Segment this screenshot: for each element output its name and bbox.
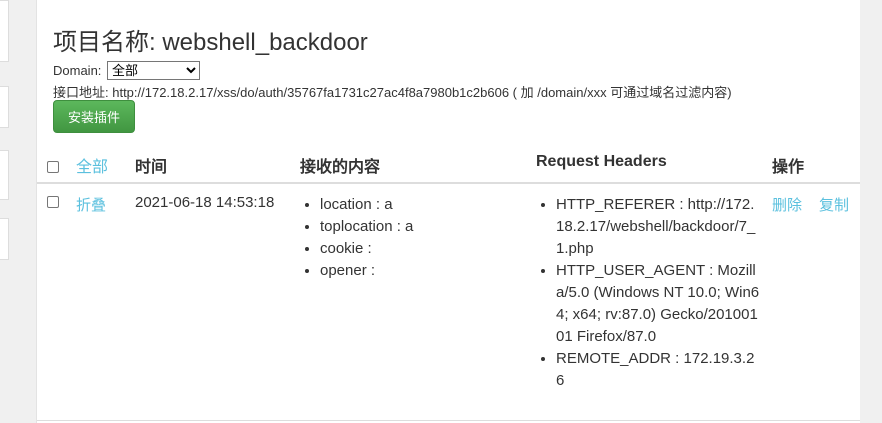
row-time: 2021-06-18 14:53:18 bbox=[135, 194, 275, 211]
domain-filter: Domain: 全部 bbox=[53, 61, 201, 80]
rail-block bbox=[0, 150, 9, 200]
select-all-checkbox[interactable] bbox=[47, 161, 59, 173]
table-row: 折叠 2021-06-18 14:53:18 location : a topl… bbox=[37, 184, 860, 421]
domain-select[interactable]: 全部 bbox=[107, 61, 201, 80]
content-item: cookie : bbox=[320, 238, 520, 260]
rail-block bbox=[0, 0, 9, 62]
table-header: 全部 时间 接收的内容 Request Headers 操作 bbox=[37, 144, 860, 184]
delete-link[interactable]: 删除 bbox=[772, 194, 802, 215]
time-header: 时间 bbox=[135, 159, 168, 176]
row-checkbox[interactable] bbox=[47, 196, 59, 208]
page-title: 项目名称: webshell_backdoor bbox=[53, 29, 368, 56]
rail-block bbox=[0, 218, 9, 260]
right-gutter bbox=[860, 0, 882, 423]
install-plugin-button[interactable]: 安装插件 bbox=[53, 100, 135, 133]
rail-block bbox=[0, 86, 9, 128]
collapse-link[interactable]: 折叠 bbox=[76, 194, 106, 215]
left-rail bbox=[0, 0, 9, 423]
content-item: location : a bbox=[320, 194, 520, 216]
api-address: 接口地址: http://172.18.2.17/xss/do/auth/357… bbox=[53, 85, 732, 100]
copy-link[interactable]: 复制 bbox=[819, 194, 849, 215]
select-all-link[interactable]: 全部 bbox=[76, 153, 108, 177]
header-item: HTTP_REFERER : http://172.18.2.17/webshe… bbox=[556, 194, 760, 260]
content-list: location : a toplocation : a cookie : op… bbox=[300, 194, 520, 282]
content-item: opener : bbox=[320, 260, 520, 282]
header-item: HTTP_USER_AGENT : Mozilla/5.0 (Windows N… bbox=[556, 260, 760, 348]
content-item: toplocation : a bbox=[320, 216, 520, 238]
request-headers-list: HTTP_REFERER : http://172.18.2.17/webshe… bbox=[536, 194, 760, 392]
header-item: REMOTE_ADDR : 172.19.3.26 bbox=[556, 348, 760, 392]
project-panel: 项目名称: webshell_backdoor Domain: 全部 接口地址:… bbox=[36, 0, 861, 423]
content-header: 接收的内容 bbox=[300, 159, 381, 176]
domain-label: Domain: bbox=[53, 63, 102, 78]
actions-header: 操作 bbox=[772, 159, 805, 176]
request-headers-header: Request Headers bbox=[536, 153, 667, 170]
